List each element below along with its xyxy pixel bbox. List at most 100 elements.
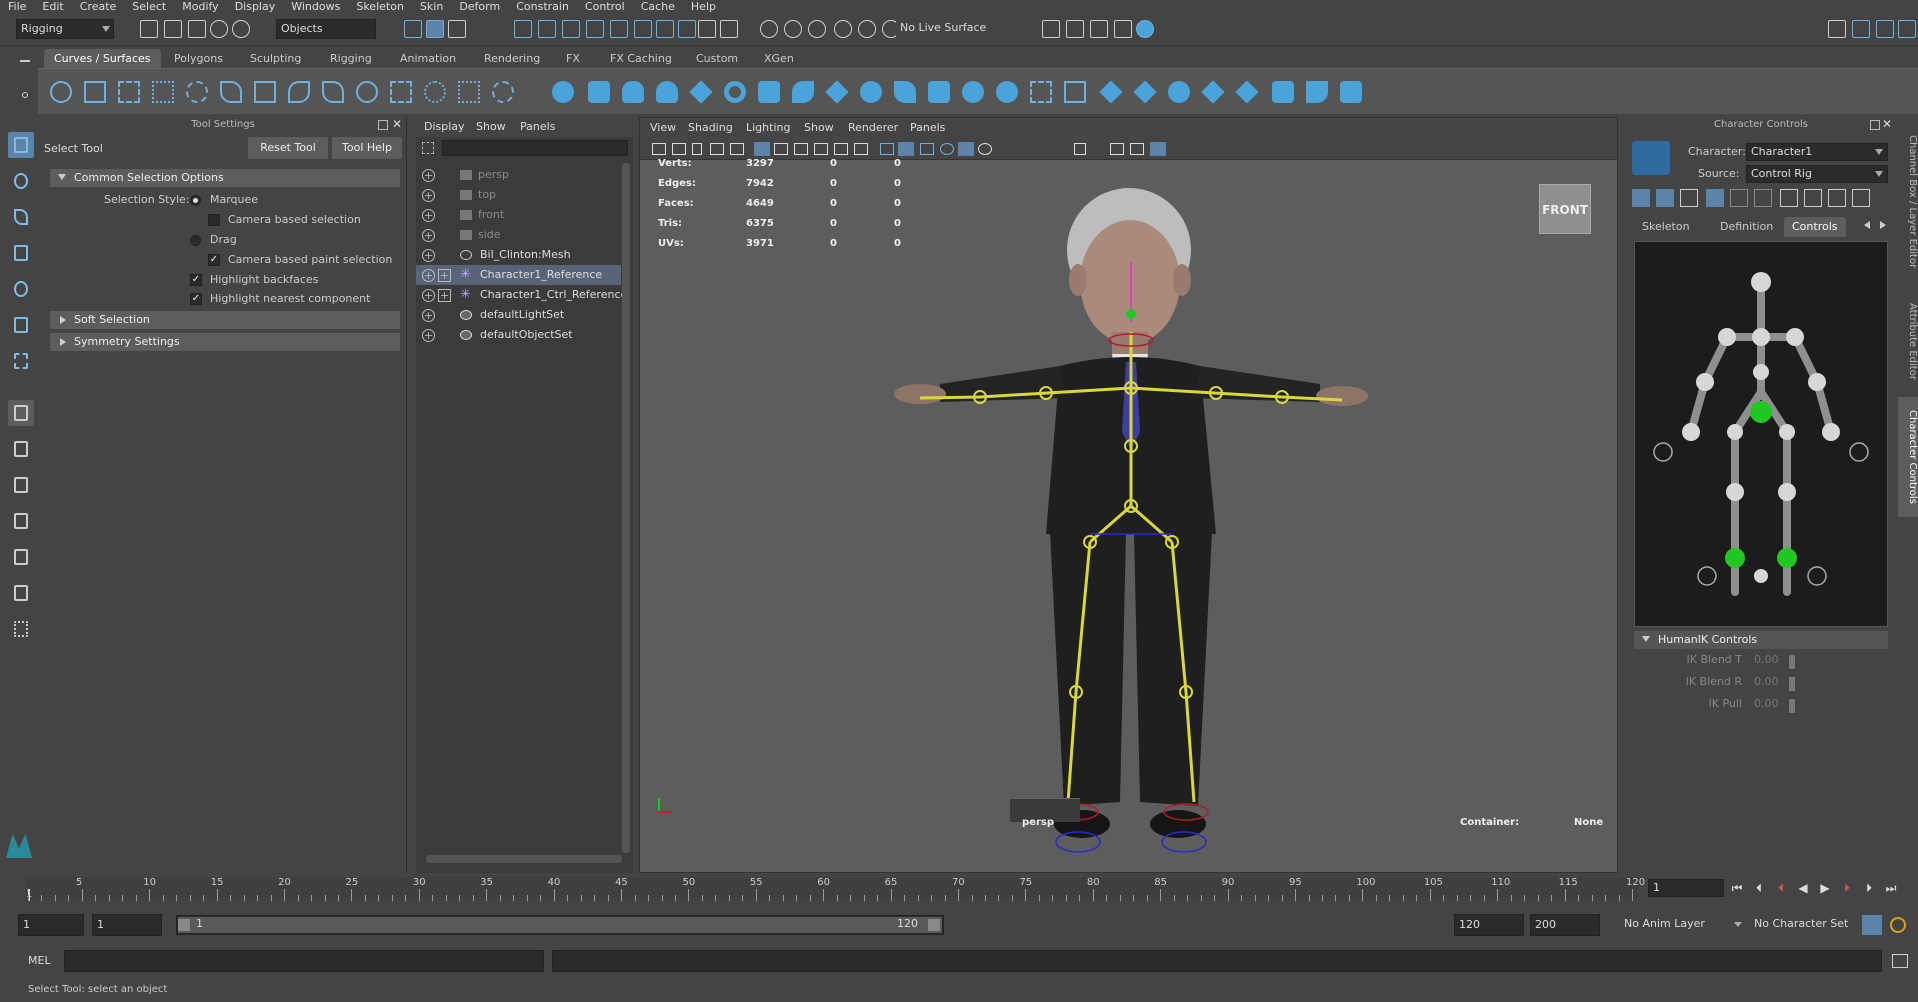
outliner-search-input[interactable] bbox=[442, 140, 628, 156]
rotate-tool[interactable] bbox=[8, 276, 34, 302]
loft-icon[interactable] bbox=[792, 81, 814, 103]
chevron-left-icon[interactable] bbox=[1864, 221, 1870, 229]
slider-handle[interactable] bbox=[1789, 699, 1795, 713]
shelf-tab-sculpting[interactable]: Sculpting bbox=[240, 49, 311, 68]
ik-blend-t-slider[interactable]: IK Blend T 0.00 bbox=[1634, 653, 1888, 673]
snap-curve-icon[interactable] bbox=[538, 20, 556, 38]
source-dropdown[interactable]: Control Rig bbox=[1746, 165, 1888, 183]
select-hierarchy-icon[interactable] bbox=[404, 20, 422, 38]
render-settings-icon[interactable] bbox=[1114, 20, 1132, 38]
shelf-tab-fx-caching[interactable]: FX Caching bbox=[600, 49, 682, 68]
slider-handle[interactable] bbox=[1789, 655, 1795, 669]
paint-select-tool[interactable] bbox=[8, 204, 34, 230]
anim-layer-dropdown[interactable]: No Anim Layer bbox=[1620, 914, 1746, 936]
grease-pencil-icon[interactable] bbox=[730, 143, 744, 155]
outliner-item[interactable]: + front bbox=[416, 205, 621, 225]
hik-aux-pivots[interactable] bbox=[1653, 442, 1869, 586]
menu-edit[interactable]: Edit bbox=[34, 0, 71, 14]
outliner-item[interactable]: + Bil_Clinton:Mesh bbox=[416, 245, 621, 265]
hik-right-foot-effector[interactable] bbox=[1777, 548, 1797, 568]
snap-grid-icon[interactable] bbox=[514, 20, 532, 38]
attach-surfaces-icon[interactable] bbox=[1168, 81, 1190, 103]
insert-isoparms-icon[interactable] bbox=[1306, 81, 1328, 103]
persp-graph-layout[interactable] bbox=[8, 508, 34, 534]
pencil-curve-icon[interactable] bbox=[152, 81, 174, 103]
outliner-horizontal-scrollbar[interactable] bbox=[426, 855, 622, 863]
viewport-panel[interactable]: View Shading Lighting Show Renderer Pane… bbox=[639, 117, 1618, 873]
viewport-menu-renderer[interactable]: Renderer bbox=[848, 121, 898, 134]
selection-mode-dropdown[interactable]: Objects bbox=[276, 19, 376, 39]
expand-icon[interactable]: + bbox=[422, 269, 435, 282]
extend-surfaces-icon[interactable] bbox=[1340, 81, 1362, 103]
shelf-tab-rendering[interactable]: Rendering bbox=[474, 49, 550, 68]
textured-icon[interactable] bbox=[940, 143, 954, 155]
menu-help[interactable]: Help bbox=[683, 0, 724, 14]
shelf-tab-animation[interactable]: Animation bbox=[390, 49, 466, 68]
gate-mask-icon[interactable] bbox=[814, 143, 828, 155]
tab-skeleton[interactable]: Skeleton bbox=[1634, 217, 1698, 237]
history-icon[interactable] bbox=[720, 20, 738, 38]
new-scene-icon[interactable] bbox=[140, 20, 158, 38]
outliner-menu-panels[interactable]: Panels bbox=[520, 120, 555, 133]
pin-all-icon[interactable] bbox=[1852, 189, 1870, 207]
xray-icon[interactable] bbox=[1110, 143, 1124, 155]
end-time-field[interactable]: 200 bbox=[1530, 914, 1600, 936]
go-to-end-icon[interactable]: ⏭ bbox=[1884, 881, 1898, 895]
default-lighting-icon[interactable] bbox=[958, 142, 974, 156]
ipr-render-icon[interactable] bbox=[1090, 20, 1108, 38]
expand-icon[interactable]: + bbox=[438, 269, 451, 282]
camera-based-paint-checkbox[interactable]: ✓ bbox=[208, 254, 220, 266]
viewport-menu-view[interactable]: View bbox=[650, 121, 676, 134]
menuset-dropdown[interactable]: Rigging bbox=[16, 19, 114, 39]
snap-view-plane-icon[interactable] bbox=[586, 20, 604, 38]
lock-icon[interactable] bbox=[698, 20, 716, 38]
playback-start-field[interactable]: 1 bbox=[92, 914, 162, 936]
trim-tool-icon[interactable] bbox=[1099, 80, 1123, 104]
close-icon[interactable]: ✕ bbox=[1882, 118, 1894, 130]
extrude-icon[interactable] bbox=[860, 81, 882, 103]
common-selection-section[interactable]: Common Selection Options bbox=[50, 169, 400, 187]
custom-layout[interactable] bbox=[8, 580, 34, 606]
ik-blend-r-slider[interactable]: IK Blend R 0.00 bbox=[1634, 675, 1888, 695]
script-editor-icon[interactable] bbox=[1892, 954, 1908, 968]
tool-settings-toggle-icon[interactable] bbox=[1898, 20, 1916, 38]
wireframe-icon[interactable] bbox=[880, 143, 894, 155]
insert-knot-icon[interactable] bbox=[322, 81, 344, 103]
nurbs-cube-icon[interactable] bbox=[588, 81, 610, 103]
persp-outliner-layout[interactable] bbox=[8, 472, 34, 498]
ep-curve-icon[interactable] bbox=[118, 81, 140, 103]
nurbs-cylinder-icon[interactable] bbox=[622, 81, 644, 103]
outliner-item[interactable]: + top bbox=[416, 185, 621, 205]
output-ops-icon[interactable] bbox=[784, 20, 802, 38]
hik-hips-effector[interactable] bbox=[1750, 401, 1772, 423]
start-time-field[interactable]: 1 bbox=[18, 914, 84, 936]
four-view-layout[interactable] bbox=[8, 436, 34, 462]
viewport-menu-shading[interactable]: Shading bbox=[688, 121, 733, 134]
expand-icon[interactable]: + bbox=[422, 329, 435, 342]
render-view-icon[interactable] bbox=[1042, 20, 1060, 38]
xray-active-icon[interactable] bbox=[1150, 142, 1166, 156]
viewport-menu-lighting[interactable]: Lighting bbox=[746, 121, 790, 134]
make-live-surface-icon[interactable] bbox=[858, 20, 876, 38]
tab-channel-box[interactable]: Channel Box / Layer Editor bbox=[1898, 127, 1918, 277]
hypershade-icon[interactable] bbox=[1136, 20, 1154, 38]
nurbs-sphere-icon[interactable] bbox=[552, 81, 574, 103]
snap-point-icon[interactable] bbox=[562, 20, 580, 38]
body-part-icon[interactable] bbox=[1706, 189, 1724, 207]
menu-modify[interactable]: Modify bbox=[174, 0, 226, 14]
float-panel-icon[interactable] bbox=[378, 120, 388, 130]
outliner-item[interactable]: + + ✳ Character1_Ctrl_Reference bbox=[416, 285, 627, 305]
expand-icon[interactable]: + bbox=[422, 189, 435, 202]
go-to-start-icon[interactable]: ⏮ bbox=[1730, 881, 1744, 895]
construction-history-icon[interactable] bbox=[808, 20, 826, 38]
soft-selection-section[interactable]: Soft Selection bbox=[50, 311, 400, 329]
shadows-icon[interactable] bbox=[978, 143, 992, 155]
bevel-plus-icon[interactable] bbox=[996, 81, 1018, 103]
highlight-backfaces-checkbox[interactable]: ✓ bbox=[190, 274, 202, 286]
offset-curve-icon[interactable] bbox=[390, 81, 412, 103]
shelf-scroll[interactable] bbox=[1894, 75, 1904, 109]
outliner-vertical-scrollbar[interactable] bbox=[622, 163, 630, 853]
animation-preferences-icon[interactable] bbox=[1890, 917, 1906, 933]
outliner-item[interactable]: + defaultObjectSet bbox=[416, 325, 621, 345]
input-ops-icon[interactable] bbox=[760, 20, 778, 38]
